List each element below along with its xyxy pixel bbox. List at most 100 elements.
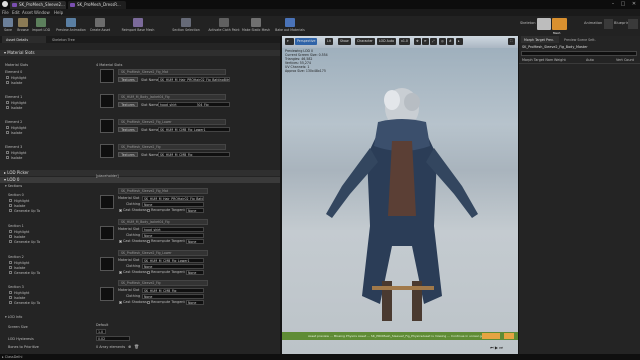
camera-speed-icon[interactable]: ▸ [456,38,463,45]
close-button[interactable]: ✕ [629,0,639,9]
recompute-tangent-dropdown[interactable]: None [186,207,204,213]
clothing-dropdown[interactable]: None [142,232,204,238]
highlight-checkbox[interactable] [9,291,12,294]
asset-tab-0[interactable]: SK_ProMesh_Sleeve2... [10,1,66,9]
highlight-checkbox[interactable] [9,261,12,264]
sections-label[interactable]: ▾ Sections [5,184,22,188]
perspective-button[interactable]: Perspective [295,38,318,45]
maximize-viewport-icon[interactable]: ⛶ [508,38,515,45]
clothing-dropdown[interactable]: None [142,201,204,207]
isolate-checkbox[interactable] [9,235,12,238]
recompute-tangent-checkbox[interactable] [147,208,150,212]
recompute-tangent-checkbox[interactable] [147,239,150,243]
isolate-checkbox[interactable] [6,156,9,159]
isolate-checkbox[interactable] [9,266,12,269]
recompute-tangent-dropdown[interactable]: None [186,238,204,244]
material-slot-bar[interactable]: SK_ProMesh_Sleeve2_Fig_Mat [118,69,226,75]
material-thumbnail[interactable] [100,257,114,271]
scale-icon[interactable]: ⤢ [430,38,437,45]
lit-button[interactable]: Lit [325,38,333,45]
highlight-checkbox[interactable] [6,76,9,79]
highlight-checkbox[interactable] [9,199,12,202]
material-path-field[interactable]: SK_HUM_M_Hair_PROHair02_Fig_BattingBits [158,77,230,82]
viewport[interactable]: ▾ Perspective Lit Show Character LOD Aut… [282,36,518,354]
cast-shadows-checkbox[interactable] [119,300,122,304]
section-selection-button[interactable]: Section Selection [168,17,204,35]
warning-dismiss-button[interactable] [482,333,500,339]
reimport-base-mesh-button[interactable]: Reimport Base Mesh [118,17,158,35]
character-button[interactable]: Character [355,38,375,45]
show-button[interactable]: Show [338,38,351,45]
lod-auto-button[interactable]: LOD Auto [377,38,397,45]
section-slot-bar[interactable]: SK_ProMesh_Sleeve2_Fig_Lower [118,250,208,256]
translate-icon[interactable]: ✥ [414,38,421,45]
screen-size-field[interactable]: 1.0 [96,329,106,334]
playback-controls[interactable]: ⏮ ▶ ⏭ [490,345,503,350]
material-dropdown[interactable]: SK_HUM_M_CMB_Fig_Lower1 [142,257,204,263]
lod-hysteresis-field[interactable]: 0.02 [96,336,130,341]
cast-shadows-checkbox[interactable] [119,270,122,274]
recompute-tangent-checkbox[interactable] [147,300,150,304]
material-thumbnail[interactable] [100,144,114,158]
material-dropdown[interactable]: hood_shirt [142,226,204,232]
tab-skeleton-tree[interactable]: Skeleton Tree [48,36,92,43]
tab-preview-scene-settings[interactable]: Preview Scene Sett. [561,36,603,43]
material-path-field[interactable]: SK_HUM_M_CMB_Fig_Lower1 [158,127,230,132]
material-path-field[interactable]: SK_HUM_M_CMB_Fig [158,152,230,157]
viewport-menu-button[interactable]: ▾ [285,38,294,45]
menu-file[interactable]: File [2,9,9,16]
mode-skeleton-button[interactable] [537,18,551,30]
preview-animation-button[interactable]: Preview Animation [52,17,90,35]
add-element-icon[interactable]: ⊕ [128,344,131,349]
mode-animation-button[interactable] [604,19,613,29]
generate-up-to-checkbox[interactable] [9,271,12,274]
section-slot-bar[interactable]: SK_HUM_M_Body_Jacket04_Fig [118,219,208,225]
minimize-button[interactable]: – [608,0,618,9]
isolate-checkbox[interactable] [6,81,9,84]
lod0-header[interactable]: ▾ LOD 0 [0,177,280,183]
menu-asset[interactable]: Asset [22,9,33,16]
textures-dropdown[interactable]: Textures [118,127,138,132]
tab-morph-target-preview[interactable]: Morph Target Prev. [521,36,559,43]
warning-close-button[interactable] [504,333,514,339]
material-thumbnail[interactable] [100,226,114,240]
material-slot-bar[interactable]: SK_HUM_M_Body_Jacket04_Fig [118,94,226,100]
speed-button[interactable]: x1.0 [399,38,410,45]
world-space-icon[interactable]: ◎ [439,38,446,45]
material-slot-bar[interactable]: SK_ProMesh_Sleeve2_Fig_Lower [118,119,226,125]
bake-out-materials-button[interactable]: Bake out Materials [273,17,307,35]
lod-info-header[interactable]: ▾ LOD Info [5,315,22,319]
textures-dropdown[interactable]: Textures [118,102,138,107]
highlight-checkbox[interactable] [6,126,9,129]
search-input[interactable] [521,51,637,56]
cast-shadows-checkbox[interactable] [119,239,122,243]
material-dropdown[interactable]: SK_HUM_M_CMB_Fig [142,287,204,293]
delete-elements-icon[interactable]: 🗑 [134,344,139,349]
menu-window[interactable]: Window [34,9,50,16]
material-slot-bar[interactable]: SK_ProMesh_Sleeve2_Fig [118,144,226,150]
isolate-checkbox[interactable] [6,106,9,109]
generate-up-to-checkbox[interactable] [9,209,12,212]
material-thumbnail[interactable] [100,69,114,83]
material-slots-header[interactable]: ▾ Material Slots [0,50,280,56]
isolate-checkbox[interactable] [6,131,9,134]
material-thumbnail[interactable] [100,287,114,301]
menu-edit[interactable]: Edit [12,9,20,16]
mode-mesh-button[interactable] [552,18,567,30]
recompute-tangent-dropdown[interactable]: None [186,269,204,275]
section-slot-bar[interactable]: SK_ProMesh_Sleeve2_Fig_Mat [118,188,208,194]
activate-cloth-paint-button[interactable]: Activate Cloth Paint [204,17,244,35]
recompute-tangent-dropdown[interactable]: None [186,299,204,305]
section-slot-bar[interactable]: SK_ProMesh_Sleeve2_Fig [118,280,208,286]
isolate-checkbox[interactable] [9,296,12,299]
rotate-icon[interactable]: ⟳ [422,38,429,45]
highlight-checkbox[interactable] [9,230,12,233]
recompute-tangent-checkbox[interactable] [147,270,150,274]
textures-dropdown[interactable]: Textures [118,152,138,157]
material-thumbnail[interactable] [100,195,114,209]
generate-up-to-checkbox[interactable] [9,301,12,304]
clothing-dropdown[interactable]: None [142,293,204,299]
material-dropdown[interactable]: SK_HUM_M_Hair_PROHair02_Fig_BattingBits [142,195,204,201]
create-asset-button[interactable]: Create Asset [86,17,114,35]
clothing-dropdown[interactable]: None [142,263,204,269]
